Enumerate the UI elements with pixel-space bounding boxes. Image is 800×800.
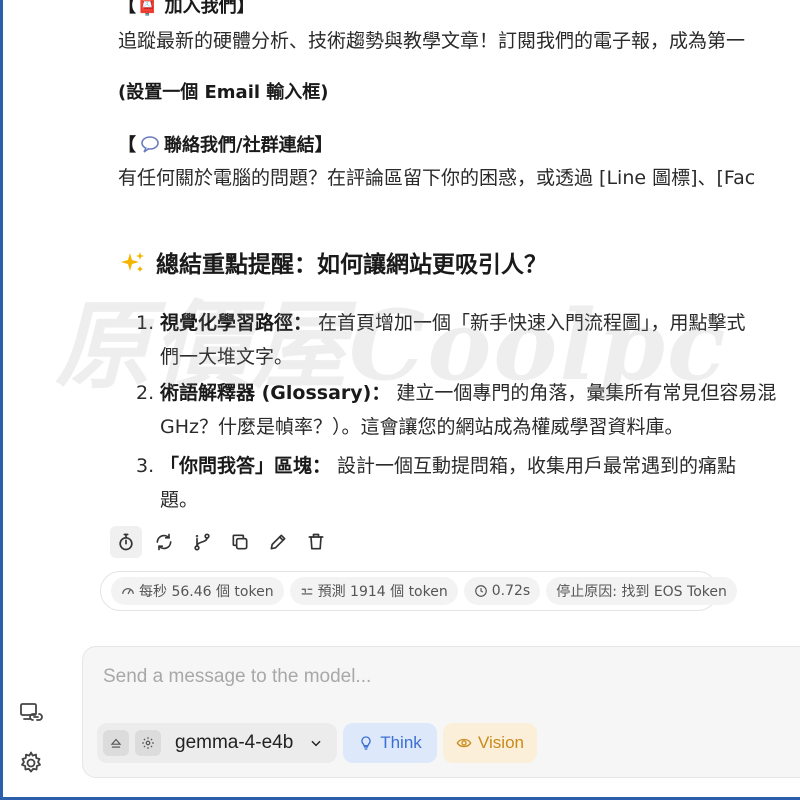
vision-label: Vision [478,733,524,752]
list-item-continuation: GHz？什麼是幀率？）。這會讓您的網站成為權威學習資料庫。 [160,416,684,438]
eject-model-button[interactable] [103,730,129,756]
gear-icon [21,751,41,773]
stop-reason-stat: 停止原因: 找到 EOS Token [546,577,737,605]
gear-icon [142,737,154,749]
branch-icon [194,533,210,551]
eye-icon [456,738,472,748]
contact-heading-text: 聯絡我們/社群連結】 [164,135,333,156]
list-item-text: 在首頁增加一個「新手快速入門流程圖」，用點擊式 [312,312,746,334]
delete-icon [308,533,324,550]
clock-icon [474,585,487,597]
summary-heading: 總結重點提醒：如何讓網站更吸引人？ [120,245,547,279]
lightbulb-icon [361,736,371,750]
model-settings-button[interactable] [135,730,161,756]
chat-transcript: 【📮 加入我們】 追蹤最新的硬體分析、技術趨勢與教學文章！訂閱我們的電子報，成為… [0,0,800,640]
message-actions [110,526,332,558]
settings-button[interactable] [18,750,44,776]
generation-stats: 每秒 56.46 個 token 預測 1914 個 token 0.72s 停… [100,571,737,611]
timer-button[interactable] [110,526,142,558]
contact-heading-open: 【 [118,135,136,156]
think-label: Think [380,733,422,752]
summary-title: 總結重點提醒：如何讓網站更吸引人？ [156,252,547,278]
contact-heading: 【 聯絡我們/社群連結】 [118,131,333,157]
list-item-title: 術語解釋器 (Glossary)： [160,382,391,404]
message-input[interactable] [101,665,785,689]
predicted-text: 預測 1914 個 token [317,584,448,600]
model-name: gemma-4-e4b [175,732,294,753]
regenerate-icon [156,533,172,551]
list-item-text: 設計一個互動提問箱，收集用戶最常遇到的痛點 [331,455,737,477]
list-number: 1. [136,312,155,334]
stop-reason-text: 停止原因: 找到 EOS Token [556,584,727,600]
time-stat: 0.72s [463,577,541,605]
list-item-text: 建立一個專門的角落，彙集所有常見但容易混 [390,382,777,404]
chevron-down-icon [311,740,321,747]
model-selector[interactable]: gemma-4-e4b [97,723,337,763]
speed-text: 每秒 56.46 個 token [139,584,274,600]
branch-button[interactable] [186,526,218,558]
copy-button[interactable] [224,526,256,558]
copy-icon [232,534,248,550]
think-toggle[interactable]: Think [343,723,437,763]
list-item-continuation: 題。 [160,489,199,511]
vision-toggle[interactable]: Vision [443,723,537,763]
connect-device-button[interactable] [18,700,44,726]
list-item: 3. 「你問我答」區塊： 設計一個互動提問箱，收集用戶最常遇到的痛點 [136,451,736,478]
gauge-icon [122,588,134,595]
regenerate-button[interactable] [148,526,180,558]
join-text: 追蹤最新的硬體分析、技術趨勢與教學文章！訂閱我們的電子報，成為第一 [118,30,746,52]
list-item: 2. 術語解釋器 (Glossary)： 建立一個專門的角落，彙集所有常見但容易混 [136,378,776,405]
join-heading: 【📮 加入我們】 [118,0,255,17]
timer-icon [119,533,133,551]
list-item-continuation: 們一大堆文字。 [160,346,294,368]
list-item: 1. 視覺化學習路徑： 在首頁增加一個「新手快速入門流程圖」，用點擊式 [136,308,746,335]
email-note: (設置一個 Email 輸入框) [118,82,329,103]
edit-button[interactable] [262,526,294,558]
sparkles-icon [120,250,146,276]
message-composer: gemma-4-e4b Think Vision [82,646,800,778]
delete-button[interactable] [300,526,332,558]
list-number: 2. [136,382,155,404]
speed-stat: 每秒 56.46 個 token [111,577,284,605]
list-number: 3. [136,455,155,477]
list-item-title: 視覺化學習路徑： [160,312,313,334]
token-icon [301,588,312,595]
edit-icon [270,534,286,550]
list-item-title: 「你問我答」區塊： [160,455,332,477]
predicted-stat: 預測 1914 個 token [289,577,458,605]
time-text: 0.72s [491,583,531,599]
device-link-icon [20,703,43,721]
eject-icon [110,738,122,748]
contact-text: 有任何關於電腦的問題？在評論區留下你的困惑，或透過 [Line 圖標]、[Fac [118,167,756,189]
speech-bubble-icon [140,134,160,154]
